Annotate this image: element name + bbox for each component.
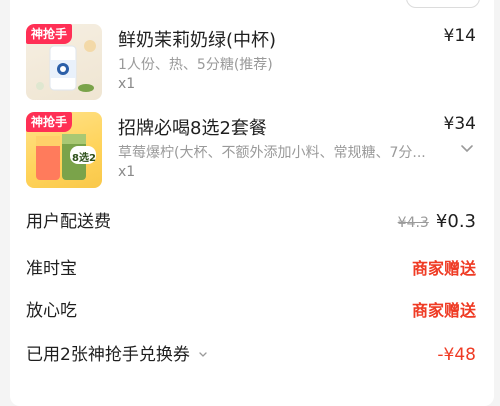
ontime-label: 准时宝	[26, 259, 77, 279]
product-image: 神抢手 8选2	[26, 112, 102, 188]
voucher-label: 已用2张神抢手兑换券	[26, 345, 190, 365]
delivery-fee-value: ¥0.3	[435, 211, 476, 232]
promo-badge: 神抢手	[26, 112, 73, 132]
order-item[interactable]: 神抢手 鲜奶茉莉奶绿(中杯) ¥14 1人份、热、5分糖(推荐) x1	[26, 24, 488, 104]
top-button[interactable]	[406, 0, 480, 8]
delivery-fee-row: 用户配送费 ¥4.3 ¥0.3	[26, 207, 488, 237]
item-price: ¥14	[443, 26, 476, 46]
chevron-down-icon[interactable]	[458, 140, 476, 158]
original-delivery-fee: ¥4.3	[397, 215, 429, 231]
ontime-row: 准时宝 商家赠送	[26, 254, 488, 284]
ontime-gift-value: 商家赠送	[411, 259, 476, 278]
item-title: 招牌必喝8选2套餐	[118, 118, 267, 139]
product-image: 神抢手	[26, 24, 102, 100]
item-price: ¥34	[443, 114, 476, 134]
assured-label: 放心吃	[26, 301, 77, 321]
chevron-down-icon[interactable]	[197, 349, 209, 361]
item-title: 鲜奶茉莉奶绿(中杯)	[118, 30, 277, 51]
voucher-discount-value: -¥48	[437, 345, 476, 365]
assured-gift-value: 商家赠送	[411, 301, 476, 320]
combo-tag: 8选2	[72, 153, 96, 164]
order-card: 神抢手 鲜奶茉莉奶绿(中杯) ¥14 1人份、热、5分糖(推荐) x1 神抢手 …	[10, 0, 494, 406]
order-item[interactable]: 神抢手 8选2 招牌必喝8选2套餐 ¥34 草莓爆柠(大杯、不额外添加小料、常规…	[26, 112, 488, 192]
voucher-row[interactable]: 已用2张神抢手兑换券 -¥48	[26, 340, 488, 370]
promo-badge: 神抢手	[26, 24, 73, 44]
item-spec: 草莓爆柠(大杯、不额外添加小料、常规糖、7分...	[118, 145, 426, 161]
item-quantity: x1	[118, 164, 136, 180]
delivery-fee-label: 用户配送费	[26, 212, 111, 232]
item-quantity: x1	[118, 76, 136, 92]
assured-row: 放心吃 商家赠送	[26, 296, 488, 326]
item-spec: 1人份、热、5分糖(推荐)	[118, 57, 273, 73]
